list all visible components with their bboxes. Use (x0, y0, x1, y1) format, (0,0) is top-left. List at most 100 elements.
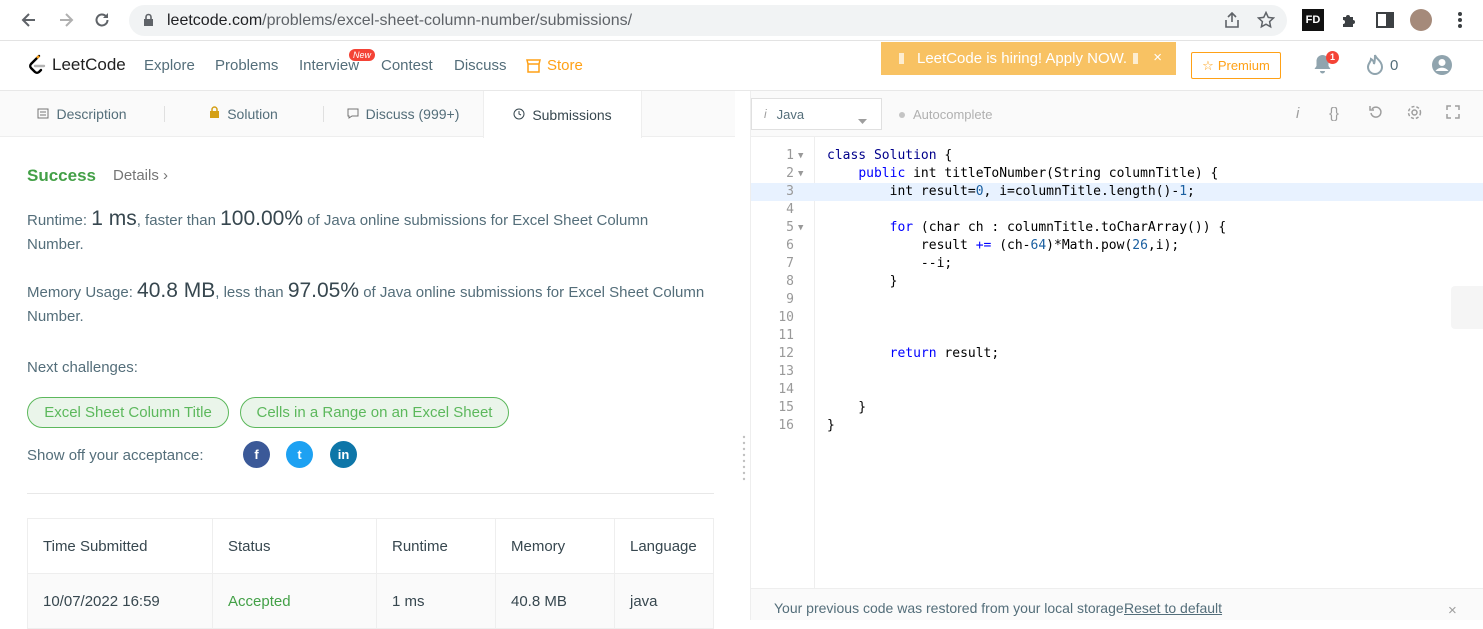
memory-cell: 40.8 MB (495, 573, 615, 629)
memory-value: 40.8 MB (137, 279, 216, 302)
extensions-icon[interactable] (1338, 9, 1360, 31)
reload-icon[interactable] (90, 8, 114, 32)
linkedin-icon[interactable]: in (330, 441, 357, 468)
fire-icon (1366, 54, 1384, 75)
hiring-banner[interactable]: LeetCode is hiring! Apply NOW. × (881, 42, 1176, 75)
url-host: leetcode.com (167, 12, 263, 29)
notification-count-badge: 1 (1326, 51, 1339, 64)
restore-message: Your previous code was restored from you… (774, 600, 1128, 616)
clock-icon (513, 107, 525, 123)
discuss-icon (347, 106, 359, 122)
fold-arrow-icon[interactable]: ▼ (798, 219, 803, 237)
code-line: 9 (751, 291, 1483, 309)
line-number: 3 (786, 184, 794, 199)
code-text: --i; (827, 256, 953, 271)
bookmark-star-icon[interactable] (1256, 10, 1276, 34)
side-panel-icon[interactable] (1374, 9, 1396, 31)
code-line: 1 ▼ class Solution { (751, 147, 1483, 165)
code-line: 5 ▼ for (char ch : columnTitle.toCharArra… (751, 219, 1483, 237)
runtime-mid: , faster than (136, 212, 221, 229)
line-number: 7 (786, 256, 794, 271)
hiring-close-icon[interactable]: × (1153, 49, 1162, 66)
logo-text: LeetCode (52, 55, 126, 74)
nav-problems[interactable]: Problems (215, 57, 278, 74)
fold-arrow-icon[interactable]: ▼ (798, 147, 803, 165)
challenge-pill[interactable]: Cells in a Range on an Excel Sheet (240, 397, 509, 428)
language-cell: java (614, 573, 714, 629)
line-number: 11 (778, 328, 794, 343)
browser-menu-icon[interactable] (1449, 9, 1471, 31)
leetcode-navbar: LeetCode Explore Problems Interview New … (0, 41, 1483, 91)
code-line: 10 (751, 309, 1483, 327)
memory-label: Memory Usage: (27, 284, 138, 301)
line-number: 2 (786, 166, 794, 181)
toggle-dot-icon (899, 111, 905, 118)
line-number: 8 (786, 274, 794, 289)
premium-button[interactable]: ☆ Premium (1191, 52, 1281, 79)
tab-discuss[interactable]: Discuss (999+) (323, 91, 483, 137)
tab-solution[interactable]: Solution (164, 91, 323, 137)
side-drawer-tab[interactable] (1451, 286, 1483, 329)
tab-submissions[interactable]: Submissions (483, 91, 642, 138)
share-icon[interactable] (1223, 11, 1241, 34)
line-number: 16 (778, 418, 794, 433)
code-line: 14 (751, 381, 1483, 399)
challenge-pill[interactable]: Excel Sheet Column Title (27, 397, 229, 428)
address-bar[interactable]: leetcode.com/problems/excel-sheet-column… (129, 5, 1287, 36)
runtime-label: Runtime: (27, 212, 92, 229)
new-badge: New (349, 49, 376, 61)
nav-store[interactable]: Store (526, 57, 583, 74)
reset-icon[interactable] (1369, 105, 1384, 123)
twitter-icon[interactable]: t (286, 441, 313, 468)
line-number: 4 (786, 202, 794, 217)
hiring-text: LeetCode is hiring! Apply NOW. (917, 50, 1128, 67)
leetcode-logo[interactable]: LeetCode (26, 54, 126, 76)
nav-interview[interactable]: Interview (299, 57, 359, 74)
submissions-table: Time Submitted Status Runtime Memory Lan… (27, 518, 714, 629)
nav-store-label: Store (547, 57, 583, 74)
profile-avatar[interactable] (1410, 9, 1432, 31)
chevron-down-icon (858, 112, 867, 127)
nav-contest[interactable]: Contest (381, 57, 433, 74)
memory-percentile: 97.05% (287, 279, 360, 302)
streak-count: 0 (1390, 56, 1399, 74)
close-icon[interactable]: × (1448, 602, 1457, 619)
code-text: } (827, 418, 835, 433)
streak-counter[interactable]: 0 (1366, 54, 1398, 76)
fullscreen-icon[interactable] (1446, 105, 1460, 123)
code-area[interactable]: 1 ▼ class Solution { 2 ▼ public int titleTo… (751, 147, 1483, 435)
autocomplete-toggle[interactable]: Autocomplete (899, 107, 993, 122)
code-line: 12 return result; (751, 345, 1483, 363)
submission-status: Success (27, 166, 96, 185)
language-select[interactable]: i Java (751, 98, 882, 130)
settings-icon[interactable] (1407, 105, 1422, 124)
info-icon[interactable]: i (1296, 105, 1299, 122)
reset-to-default-link[interactable]: Reset to default (1124, 600, 1222, 616)
details-link[interactable]: Details › (113, 167, 168, 184)
url-path: /problems/excel-sheet-column-number/subm… (262, 12, 633, 29)
forward-icon[interactable] (54, 8, 78, 32)
code-text: result += (ch-64)*Math.pow(26,i); (827, 238, 1180, 253)
memory-summary: Memory Usage: 40.8 MB, less than 97.05% … (27, 279, 707, 329)
facebook-icon[interactable]: f (243, 441, 270, 468)
tab-description[interactable]: Description (0, 91, 164, 137)
panel-resize-handle[interactable] (742, 435, 746, 490)
banner-left-icon (899, 53, 904, 64)
nav-discuss[interactable]: Discuss (454, 57, 507, 74)
runtime-percentile: 100.00% (220, 207, 304, 230)
code-line: 16} (751, 417, 1483, 435)
fd-extension-icon[interactable]: FD (1302, 9, 1324, 31)
runtime-cell: 1 ms (376, 573, 496, 629)
tab-description-label: Description (56, 106, 127, 122)
nav-explore[interactable]: Explore (144, 57, 195, 74)
lock-icon (209, 106, 220, 122)
table-row[interactable]: 10/07/2022 16:59 Accepted 1 ms 40.8 MB j… (27, 573, 714, 629)
braces-icon[interactable]: {} (1329, 105, 1339, 122)
user-account-icon[interactable] (1431, 54, 1453, 81)
fold-arrow-icon[interactable]: ▼ (798, 165, 803, 183)
info-icon: i (764, 107, 767, 121)
status-cell[interactable]: Accepted (212, 573, 377, 629)
back-icon[interactable] (17, 8, 41, 32)
column-header: Memory (495, 518, 615, 574)
divider (27, 493, 714, 494)
